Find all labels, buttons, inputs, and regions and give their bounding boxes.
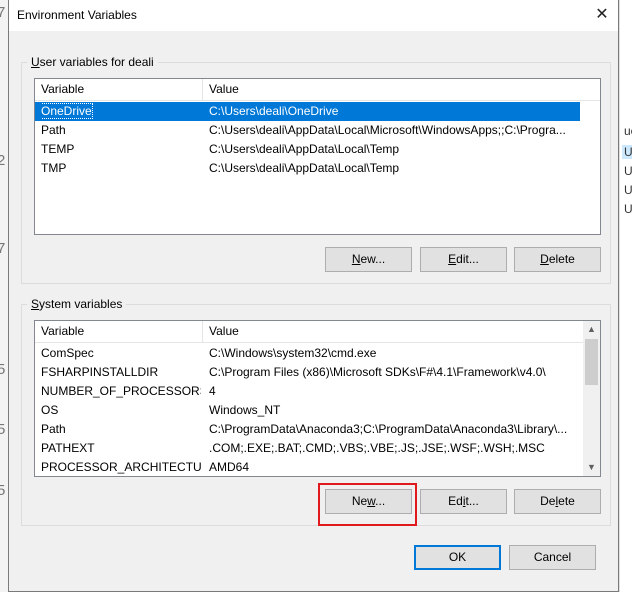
table-row[interactable]: OneDrive C:\Users\deali\OneDrive (35, 102, 580, 121)
table-row[interactable]: ComSpec C:\Windows\system32\cmd.exe (35, 344, 581, 363)
variable-value: C:\Users\deali\OneDrive (209, 104, 339, 118)
variable-value: C:\Users\deali\AppData\Local\Temp (209, 161, 400, 175)
scrollbar-thumb[interactable] (585, 339, 598, 385)
system-variables-label: System variables (27, 297, 127, 311)
system-variables-list[interactable]: Variable Value ComSpec C:\Windows\system3… (34, 320, 601, 477)
variable-value: C:\Users\deali\AppData\Local\Microsoft\W… (209, 123, 566, 137)
scroll-up-icon[interactable]: ▲ (583, 321, 600, 338)
user-new-button[interactable]: New... (325, 247, 412, 272)
list-header: Variable Value (35, 321, 583, 343)
dialog-title: Environment Variables (17, 8, 137, 22)
variable-name: TEMP (41, 142, 75, 156)
variable-name: OS (41, 403, 59, 417)
scroll-down-icon[interactable]: ▼ (583, 459, 600, 476)
table-row[interactable]: TMP C:\Users\deali\AppData\Local\Temp (35, 159, 580, 178)
variable-name: OneDrive (41, 103, 93, 119)
background-glyph: U (624, 183, 632, 197)
annotation-highlight-box (318, 483, 417, 526)
column-header-variable[interactable]: Variable (35, 79, 202, 101)
background-glyph: 5 (0, 361, 6, 378)
user-variables-label: User variables for deali (27, 55, 158, 69)
user-variables-group: User variables for deali Variable Value … (21, 55, 611, 284)
variable-name: Path (41, 123, 66, 137)
list-header: Variable Value (35, 79, 600, 101)
background-glyph: ue (624, 124, 632, 138)
vertical-scrollbar[interactable]: ▲ ▼ (583, 321, 600, 476)
background-glyph: 7 (0, 240, 6, 257)
table-row[interactable]: OS Windows_NT (35, 401, 581, 420)
column-header-value[interactable]: Value (202, 79, 582, 101)
ok-button[interactable]: OK (414, 545, 501, 570)
variable-name: PATHEXT (41, 441, 95, 455)
variable-name: PROCESSOR_ARCHITECTURE (41, 460, 201, 474)
background-glyph: 5 (0, 421, 6, 438)
variable-name: Path (41, 422, 66, 436)
title-bar[interactable]: Environment Variables ✕ (9, 0, 618, 31)
variable-value: C:\ProgramData\Anaconda3;C:\ProgramData\… (209, 422, 568, 436)
close-icon: ✕ (595, 6, 609, 23)
variable-value: C:\Users\deali\AppData\Local\Temp (209, 142, 400, 156)
variable-value: 4 (209, 384, 216, 398)
background-glyph: U (624, 202, 632, 216)
variable-value: C:\Program Files (x86)\Microsoft SDKs\F#… (209, 365, 546, 379)
table-row[interactable]: Path C:\ProgramData\Anaconda3;C:\ProgramD… (35, 420, 581, 439)
environment-variables-dialog: Environment Variables ✕ User variables f… (8, 0, 619, 592)
table-row[interactable]: FSHARPINSTALLDIR C:\Program Files (x86)\M… (35, 363, 581, 382)
background-window-left: 7 2 7 5 5 5 (0, 0, 8, 592)
column-header-variable[interactable]: Variable (35, 321, 202, 343)
system-delete-button[interactable]: Delete (514, 489, 601, 514)
system-edit-button[interactable]: Edit... (420, 489, 507, 514)
background-glyph: U (624, 164, 632, 178)
variable-value: .COM;.EXE;.BAT;.CMD;.VBS;.VBE;.JS;.JSE;.… (209, 441, 545, 455)
column-header-value[interactable]: Value (202, 321, 582, 343)
variable-name: FSHARPINSTALLDIR (41, 365, 159, 379)
variable-value: Windows_NT (209, 403, 281, 417)
table-row[interactable]: PATHEXT .COM;.EXE;.BAT;.CMD;.VBS;.VBE;.JS… (35, 439, 581, 458)
user-edit-button[interactable]: Edit... (420, 247, 507, 272)
close-button[interactable]: ✕ (588, 2, 616, 28)
user-delete-button[interactable]: Delete (514, 247, 601, 272)
user-variables-list[interactable]: Variable Value OneDrive C:\Users\deali\On… (34, 78, 601, 235)
variable-value: C:\Windows\system32\cmd.exe (209, 346, 377, 360)
system-variables-group: System variables Variable Value ComSpec C… (21, 297, 611, 526)
table-row[interactable]: Path C:\Users\deali\AppData\Local\Microso… (35, 121, 580, 140)
background-glyph: 5 (0, 482, 6, 499)
variable-name: ComSpec (41, 346, 94, 360)
background-glyph: 7 (0, 4, 6, 21)
variable-value: AMD64 (209, 460, 250, 474)
background-glyph: 2 (0, 152, 6, 169)
table-row[interactable]: NUMBER_OF_PROCESSORS 4 (35, 382, 581, 401)
background-glyph: U (622, 145, 632, 159)
table-row[interactable]: TEMP C:\Users\deali\AppData\Local\Temp (35, 140, 580, 159)
background-window-right: ue U U U U (619, 0, 632, 592)
table-row[interactable]: PROCESSOR_ARCHITECTURE AMD64 (35, 458, 581, 476)
variable-name: NUMBER_OF_PROCESSORS (41, 384, 201, 398)
variable-name: TMP (41, 161, 67, 175)
cancel-button[interactable]: Cancel (509, 545, 596, 570)
